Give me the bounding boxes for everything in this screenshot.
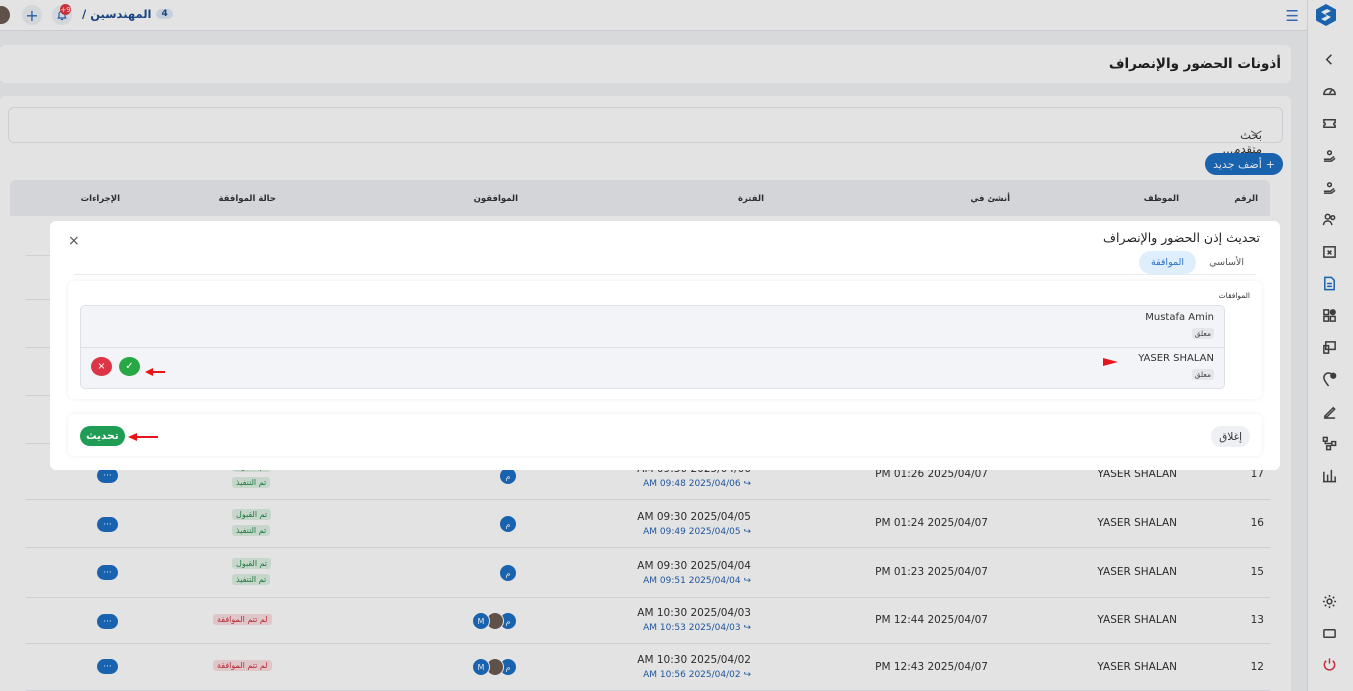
approver-name: YASER SHALAN [1138, 353, 1214, 364]
reject-button[interactable]: × [91, 357, 112, 376]
update-button[interactable]: تحديث [80, 426, 125, 446]
modal-title: تحديث إذن الحضور والإنصراف [1103, 230, 1260, 245]
approver-status-badge: معلق [1191, 369, 1214, 380]
tab-basic[interactable]: الأساسي [1197, 251, 1256, 274]
approvers-divider [81, 347, 1224, 348]
approve-button[interactable]: ✓ [119, 357, 140, 376]
annotation-arrow-left-icon [128, 433, 158, 441]
update-permission-modal: تحديث إذن الحضور والإنصراف × الأساسي الم… [50, 221, 1280, 470]
modal-footer: إغلاق تحديث [68, 414, 1262, 456]
tab-approval[interactable]: الموافقة [1138, 251, 1196, 274]
tabs-divider [74, 274, 1256, 275]
approvals-section: الموافقات Mustafa Amin معلق YASER SHALAN… [68, 281, 1262, 399]
approvals-label: الموافقات [1218, 291, 1250, 300]
annotation-arrow-left-icon [145, 368, 165, 376]
approver-name: Mustafa Amin [1145, 312, 1214, 323]
approvals-list: Mustafa Amin معلق YASER SHALAN معلق × ✓ [80, 305, 1225, 389]
close-icon[interactable]: × [68, 233, 80, 249]
approver-status-badge: معلق [1191, 328, 1214, 339]
annotation-arrow-right-icon [1103, 358, 1118, 366]
close-button[interactable]: إغلاق [1211, 426, 1250, 447]
